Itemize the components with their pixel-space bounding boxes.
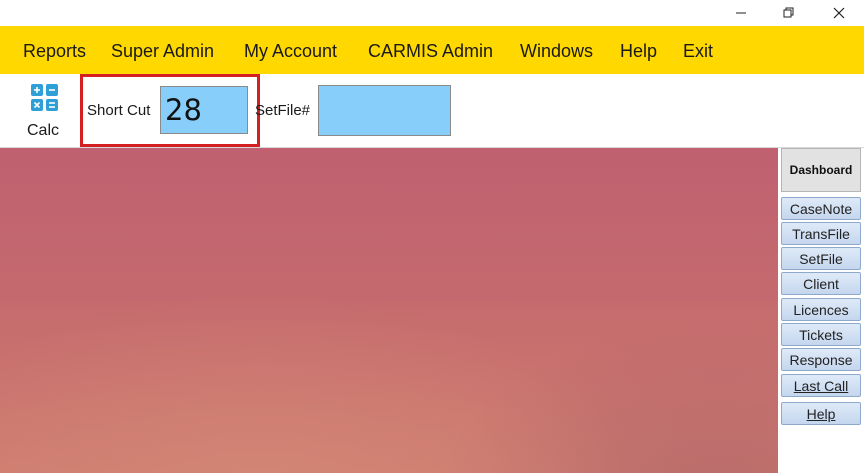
menu-reports[interactable]: Reports — [23, 40, 86, 62]
menu-my-account[interactable]: My Account — [244, 40, 337, 62]
last-call-button[interactable]: Last Call — [781, 374, 861, 397]
close-button[interactable] — [816, 0, 862, 26]
licences-button[interactable]: Licences — [781, 298, 861, 321]
restore-button[interactable] — [766, 0, 812, 26]
calc-button[interactable]: Calc — [22, 82, 66, 139]
menu-super-admin[interactable]: Super Admin — [111, 40, 214, 62]
minimize-button[interactable] — [718, 0, 764, 26]
casenote-button[interactable]: CaseNote — [781, 197, 861, 220]
title-bar — [0, 0, 864, 26]
menu-windows[interactable]: Windows — [520, 40, 593, 62]
menu-exit[interactable]: Exit — [683, 40, 713, 62]
main-content-area — [0, 148, 778, 473]
menu-help[interactable]: Help — [620, 40, 657, 62]
shortcut-label: Short Cut — [87, 102, 151, 119]
setfile-input[interactable] — [318, 85, 451, 136]
toolbar: Calc Short Cut SetFile# — [0, 74, 864, 148]
response-button[interactable]: Response — [781, 348, 861, 371]
menu-carmis-admin[interactable]: CARMIS Admin — [368, 40, 493, 62]
close-icon — [833, 7, 845, 19]
dashboard-button[interactable]: Dashboard — [781, 148, 861, 192]
help-button[interactable]: Help — [781, 402, 861, 425]
setfile-button[interactable]: SetFile — [781, 247, 861, 270]
client-button[interactable]: Client — [781, 272, 861, 295]
minimize-icon — [736, 12, 746, 14]
transfile-button[interactable]: TransFile — [781, 222, 861, 245]
restore-icon — [783, 7, 794, 18]
menu-bar: Reports Super Admin My Account CARMIS Ad… — [0, 26, 864, 74]
setfile-label: SetFile# — [255, 102, 311, 119]
shortcut-input[interactable] — [160, 86, 248, 134]
tickets-button[interactable]: Tickets — [781, 323, 861, 346]
calculator-icon — [31, 84, 58, 111]
side-nav-panel: Dashboard CaseNote TransFile SetFile Cli… — [778, 148, 864, 473]
calc-label: Calc — [27, 122, 60, 139]
